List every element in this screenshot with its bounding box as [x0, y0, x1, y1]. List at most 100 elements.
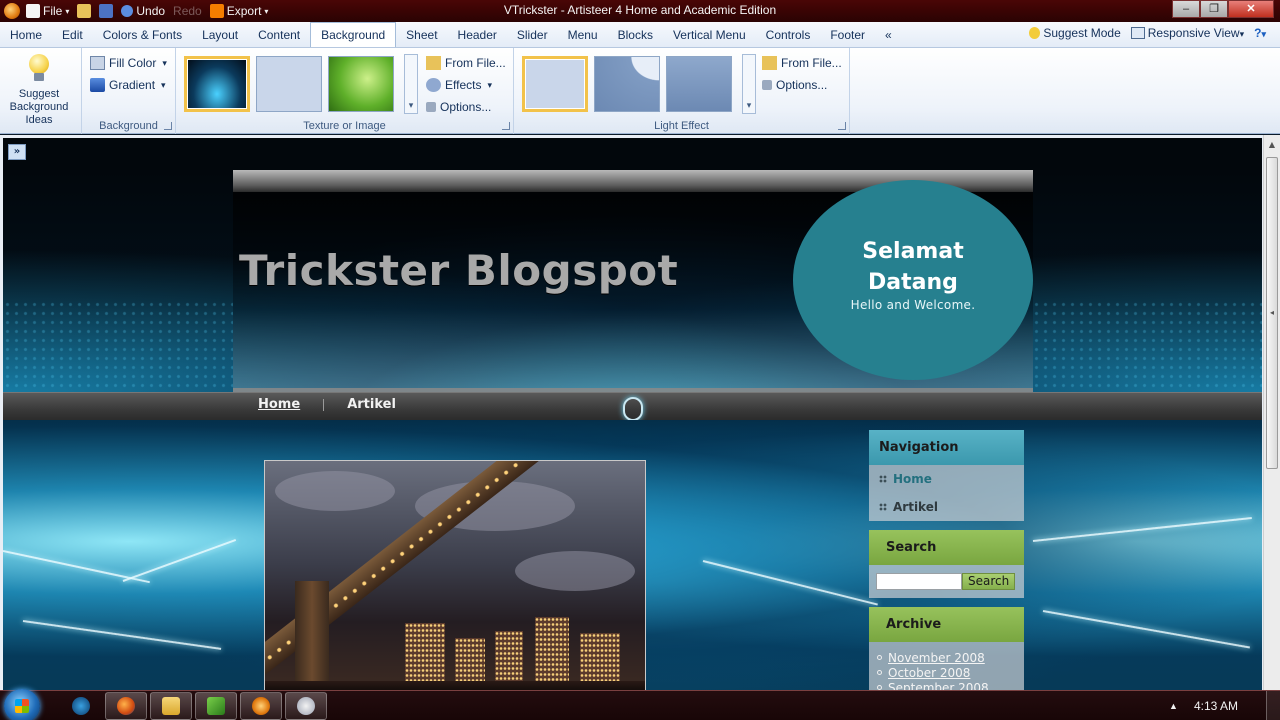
effects-button[interactable]: Effects	[426, 76, 492, 94]
taskbar-item-app[interactable]	[195, 692, 237, 720]
suggest-background-label: Suggest Background Ideas	[9, 88, 69, 126]
expand-panel-button[interactable]: »	[8, 144, 26, 160]
tab-content[interactable]: Content	[248, 23, 310, 47]
maximize-button[interactable]: ❐	[1200, 0, 1228, 18]
search-input[interactable]	[876, 573, 962, 590]
taskbar-item-artisteer[interactable]	[240, 692, 282, 720]
archive-link-september-2008[interactable]: September 2008	[888, 681, 989, 691]
taskbar-item-tool[interactable]	[60, 692, 102, 720]
vmenu-item-home[interactable]: Home	[869, 465, 1024, 493]
palette-icon	[297, 697, 315, 715]
texture-options-label: Options...	[440, 100, 492, 114]
texture-gallery	[182, 54, 396, 114]
green-app-icon	[207, 697, 225, 715]
nav-separator	[323, 398, 325, 411]
site-title[interactable]: Trickster Blogspot	[239, 246, 678, 295]
collapse-tabs-button[interactable]: «	[875, 23, 902, 47]
lightning-bolt	[22, 620, 222, 650]
vmenu-item-artikel[interactable]: Artikel	[869, 493, 1024, 521]
suggest-mode-button[interactable]: Suggest Mode	[1029, 26, 1121, 40]
archive-link-october-2008[interactable]: October 2008	[888, 666, 970, 680]
group-light-effect: ▾ From File... Options... Light Effect	[514, 48, 850, 134]
tab-controls[interactable]: Controls	[756, 23, 821, 47]
taskbar-item-explorer[interactable]	[150, 692, 192, 720]
light-thumb-arc[interactable]	[594, 56, 660, 112]
suggest-mode-label: Suggest Mode	[1043, 26, 1121, 40]
start-button[interactable]	[4, 689, 40, 720]
tab-header[interactable]: Header	[448, 23, 507, 47]
taskbar: ▲ 4:13 AM	[0, 689, 1280, 720]
light-group-label: Light Effect	[654, 120, 709, 132]
system-tray: ▲ 4:13 AM	[1169, 691, 1280, 720]
fill-color-button[interactable]: Fill Color	[90, 54, 167, 72]
gradient-label: Gradient	[109, 78, 156, 92]
light-gallery-more[interactable]: ▾	[742, 54, 756, 114]
taskbar-item-paint[interactable]	[285, 692, 327, 720]
texture-from-file-label: From File...	[445, 56, 506, 70]
light-thumb-none[interactable]	[522, 56, 588, 112]
show-desktop-button[interactable]	[1266, 691, 1280, 720]
light-thumb-flat[interactable]	[666, 56, 732, 112]
tab-blocks[interactable]: Blocks	[608, 23, 663, 47]
archive-link-november-2008[interactable]: November 2008	[888, 651, 985, 665]
navigation-block: Navigation Home Artikel	[869, 430, 1024, 521]
tab-footer[interactable]: Footer	[820, 23, 875, 47]
preview-scrollbar[interactable]: ▲ ◂	[1263, 135, 1280, 690]
tab-home[interactable]: Home	[0, 23, 52, 47]
texture-thumb-tech[interactable]	[184, 56, 250, 112]
texture-gallery-more[interactable]: ▾	[404, 54, 418, 114]
tray-expand-icon[interactable]: ▲	[1169, 701, 1178, 711]
gradient-button[interactable]: Gradient	[90, 76, 166, 94]
tab-slider[interactable]: Slider	[507, 23, 558, 47]
ribbon-tabs: Home Edit Colors & Fonts Layout Content …	[0, 22, 1280, 48]
nav-artikel-link[interactable]: Artikel	[344, 397, 399, 412]
help-button[interactable]: ?▾	[1254, 26, 1266, 40]
nav-home-link[interactable]: Home	[255, 397, 303, 412]
close-button[interactable]: ✕	[1228, 0, 1274, 18]
suggest-background-ideas-button[interactable]: Suggest Background Ideas	[6, 54, 72, 127]
tab-menu[interactable]: Menu	[558, 23, 608, 47]
texture-thumb-plain[interactable]	[256, 56, 322, 112]
bullet-icon	[877, 655, 882, 660]
tab-sheet[interactable]: Sheet	[396, 23, 447, 47]
light-options-button[interactable]: Options...	[762, 76, 827, 94]
monitor-icon	[1130, 27, 1145, 39]
minimize-button[interactable]: –	[1172, 0, 1200, 18]
vmenu-artikel-label: Artikel	[893, 500, 938, 514]
lightning-bolt	[1042, 610, 1250, 649]
texture-launcher-icon[interactable]	[502, 122, 510, 130]
scroll-up-arrow-icon[interactable]: ▲	[1264, 137, 1280, 153]
search-button[interactable]: Search	[962, 573, 1016, 590]
effects-icon	[426, 78, 441, 92]
tab-layout[interactable]: Layout	[192, 23, 248, 47]
tab-edit[interactable]: Edit	[52, 23, 93, 47]
texture-from-file-button[interactable]: From File...	[426, 54, 506, 72]
group-background: Fill Color Gradient Background	[82, 48, 176, 134]
vmenu-home-label: Home	[893, 472, 932, 486]
search-row: Search	[869, 565, 1024, 598]
archive-list: November 2008 October 2008 September 200…	[869, 642, 1024, 690]
folder-open-icon	[426, 56, 441, 70]
bullet-icon	[879, 503, 887, 511]
folder-open-icon	[762, 56, 777, 70]
hex-pattern-left	[3, 300, 233, 392]
tab-vertical-menu[interactable]: Vertical Menu	[663, 23, 756, 47]
light-effect-gallery	[520, 54, 734, 114]
light-from-file-button[interactable]: From File...	[762, 54, 842, 72]
background-launcher-icon[interactable]	[164, 122, 172, 130]
tab-background[interactable]: Background	[310, 22, 397, 47]
responsive-view-button[interactable]: Responsive View▾	[1130, 26, 1244, 40]
windows-logo-icon	[15, 699, 29, 713]
title-bar: File ▾ Undo Redo Export ▾ VTrickster - Art…	[0, 0, 1280, 22]
window-title: VTrickster - Artisteer 4 Home and Academ…	[503, 3, 777, 17]
texture-thumb-leaf[interactable]	[328, 56, 394, 112]
clock[interactable]: 4:13 AM	[1194, 699, 1238, 713]
tab-colors-fonts[interactable]: Colors & Fonts	[93, 23, 192, 47]
bridge-photo[interactable]	[264, 460, 646, 690]
taskbar-item-firefox[interactable]	[105, 692, 147, 720]
website-preview[interactable]: » Trickster Blogspot Selamat Datang Hell…	[3, 138, 1262, 690]
bridge-tower	[295, 581, 329, 690]
texture-options-button[interactable]: Options...	[426, 98, 491, 116]
options-icon	[762, 80, 772, 90]
light-launcher-icon[interactable]	[838, 122, 846, 130]
